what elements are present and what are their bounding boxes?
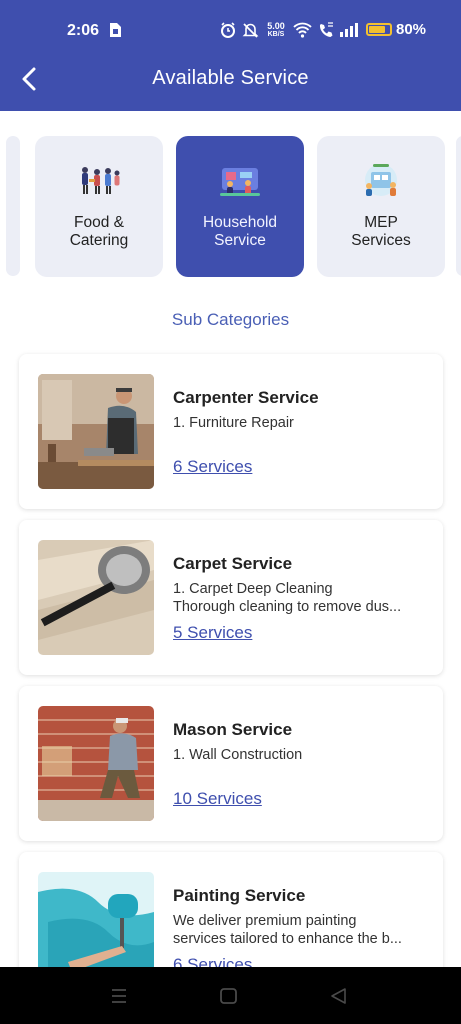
category-label: Food & Catering [41,214,157,250]
status-icons: 5.00 KB/S 80% [220,21,426,38]
recents-icon[interactable] [109,987,129,1005]
service-title: Mason Service [173,720,293,739]
service-description-line1: 1. Carpet Deep Cleaning [173,581,333,597]
category-label-line2: Catering [69,232,129,249]
battery-icon: 80% [366,21,426,38]
service-title: Carpenter Service [173,388,319,407]
category-card-partial-left[interactable] [6,136,20,276]
wifi-icon [293,22,312,38]
category-food-catering[interactable]: Food & Catering [35,136,163,277]
back-icon[interactable] [329,987,349,1005]
call-icon [318,21,334,38]
battery-fill [369,26,385,33]
service-title: Carpet Service [173,554,293,573]
service-description: 1. Carpet Deep Cleaning Thorough cleanin… [173,580,423,616]
alarm-icon [220,21,236,38]
services-count-link[interactable]: 10 Services [173,789,262,809]
category-card-partial-right[interactable] [456,136,461,276]
service-description-line1: We deliver premium painting [173,913,357,929]
category-label-line1: MEP [364,214,398,231]
category-label-line1: Food & [74,214,124,231]
service-description-line1: 1. Furniture Repair [173,415,294,431]
household-service-icon [220,168,260,196]
service-description: We deliver premium painting services tai… [173,912,423,948]
category-household-service[interactable]: Household Service [176,136,304,277]
services-count-link[interactable]: 5 Services [173,623,252,643]
status-bar: 2:06 5.00 KB/S 80% [0,0,461,47]
service-title: Painting Service [173,886,306,905]
category-label: MEP Services [323,214,439,250]
service-description: 1. Wall Construction [173,746,423,764]
net-speed-unit: KB/S [267,30,285,38]
carpet-photo [38,540,154,655]
app-bar: Available Service [0,47,461,111]
net-speed-value: 5.00 [267,20,285,31]
page-title: Available Service [152,67,309,89]
mute-icon [242,22,259,38]
sub-categories-heading: Sub Categories [171,310,290,329]
home-icon[interactable] [219,987,239,1005]
category-label: Household Service [182,214,298,250]
services-count-link[interactable]: 6 Services [173,457,252,477]
system-nav-bar [0,967,461,1024]
service-description: 1. Furniture Repair [173,414,423,432]
sim-icon [108,22,122,38]
category-mep-services[interactable]: MEP Services [317,136,445,277]
mason-photo [38,706,154,821]
mep-services-icon [365,164,397,196]
service-card-carpet[interactable]: Carpet Service 1. Carpet Deep Cleaning T… [19,520,443,675]
category-label-line2: Services [351,232,411,249]
battery-percent: 80% [396,21,427,38]
net-speed: 5.00 KB/S [265,20,287,38]
service-card-carpenter[interactable]: Carpenter Service 1. Furniture Repair 6 … [19,354,443,509]
category-label-line2: Service [214,232,266,249]
carpenter-photo [38,374,154,489]
category-label-line1: Household [202,214,278,231]
service-card-mason[interactable]: Mason Service 1. Wall Construction 10 Se… [19,686,443,841]
status-time: 2:06 [67,22,100,39]
service-description-line1: 1. Wall Construction [173,747,303,763]
signal-icon [340,22,358,37]
battery-body [366,23,392,36]
food-catering-icon [82,167,120,194]
service-description-line2: Thorough cleaning to remove dus... [173,599,402,615]
service-description-line2: services tailored to enhance the b... [173,931,402,947]
category-carousel[interactable]: Food & Catering Household Service MEP Se… [0,136,461,278]
